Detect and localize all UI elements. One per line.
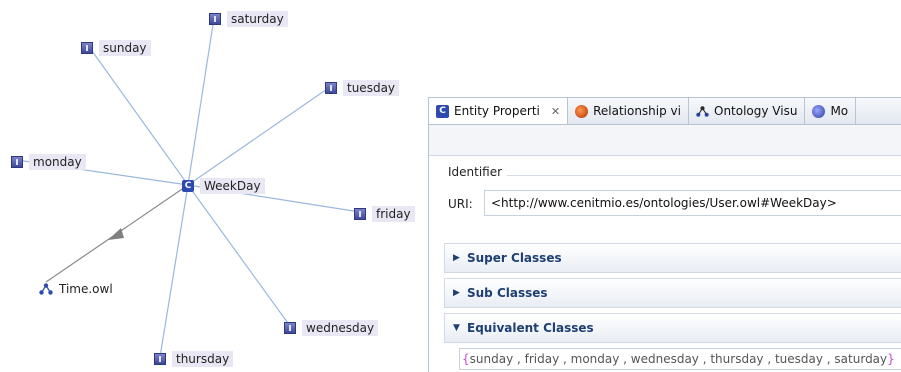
node-label: WeekDay: [200, 178, 265, 194]
node-label: saturday: [227, 11, 288, 27]
view-tab-bar: C Entity Properti ✕ Relationship vi Onto…: [429, 98, 901, 125]
node-saturday[interactable]: saturday: [209, 11, 288, 27]
edge-sunday: [86, 43, 189, 186]
entity-properties-panel: C Entity Properti ✕ Relationship vi Onto…: [428, 97, 901, 372]
individual-icon: [154, 353, 166, 365]
tab-ontology-visualization[interactable]: Ontology Visu: [689, 98, 806, 124]
edge-saturday: [187, 17, 215, 186]
close-brace: }: [887, 352, 895, 366]
uri-field[interactable]: <http://www.cenitmio.es/ontologies/User.…: [484, 190, 901, 216]
node-label: friday: [372, 206, 415, 222]
node-friday[interactable]: friday: [354, 206, 415, 222]
section-label: Super Classes: [467, 251, 562, 265]
ontology-icon: [39, 283, 53, 295]
node-monday[interactable]: monday: [11, 154, 86, 170]
expand-arrow-icon: ▶: [453, 253, 460, 263]
section-label: Sub Classes: [467, 286, 548, 300]
ontology-icon: [696, 105, 709, 117]
node-sunday[interactable]: sunday: [81, 40, 151, 56]
identifier-title: Identifier: [448, 165, 503, 179]
tab-relationship-view[interactable]: Relationship vi: [568, 98, 689, 124]
tab-model[interactable]: Mo: [805, 98, 857, 124]
collapse-arrow-icon: ▼: [453, 323, 460, 333]
individual-icon: [284, 322, 296, 334]
edge-tuesday: [187, 86, 331, 186]
uri-label: URI:: [448, 197, 473, 211]
tab-label: Mo: [830, 104, 849, 118]
panel-toolbar: [429, 125, 901, 156]
sub-classes-header[interactable]: ▶ Sub Classes: [444, 278, 901, 308]
node-label: monday: [29, 154, 86, 170]
node-label: sunday: [99, 40, 151, 56]
individual-icon: [209, 13, 221, 25]
node-label: Time.owl: [59, 282, 113, 296]
tab-entity-properties[interactable]: C Entity Properti ✕: [429, 98, 569, 124]
node-label: tuesday: [343, 80, 400, 96]
divider: [507, 175, 901, 176]
equivalent-value: sunday , friday , monday , wednesday , t…: [469, 352, 888, 366]
super-classes-header[interactable]: ▶ Super Classes: [444, 243, 901, 273]
node-wednesday[interactable]: wednesday: [284, 320, 379, 336]
close-icon[interactable]: ✕: [551, 105, 560, 118]
tab-label: Ontology Visu: [714, 104, 798, 118]
equivalent-classes-header[interactable]: ▼ Equivalent Classes: [444, 313, 901, 343]
open-brace: {: [462, 352, 470, 366]
ontology-graph[interactable]: saturday sunday tuesday monday C WeekDay…: [0, 0, 420, 371]
tab-label: Relationship vi: [593, 104, 681, 118]
individual-icon: [81, 42, 93, 54]
class-icon: C: [436, 104, 449, 118]
expand-arrow-icon: ▶: [453, 288, 460, 298]
node-label: thursday: [172, 351, 234, 367]
model-icon: [812, 104, 826, 118]
relationship-icon: [575, 104, 589, 118]
node-time-owl[interactable]: Time.owl: [39, 282, 113, 296]
node-tuesday[interactable]: tuesday: [325, 80, 400, 96]
node-thursday[interactable]: thursday: [154, 351, 234, 367]
edge-thursday: [159, 184, 189, 358]
section-label: Equivalent Classes: [467, 321, 594, 335]
class-icon: C: [182, 180, 194, 192]
individual-icon: [354, 208, 366, 220]
individual-icon: [325, 82, 337, 94]
individual-icon: [11, 156, 23, 168]
node-weekday[interactable]: C WeekDay: [182, 178, 265, 194]
equivalent-classes-field[interactable]: {sunday , friday , monday , wednesday , …: [459, 348, 901, 370]
edge-wednesday: [187, 184, 291, 327]
tab-label: Entity Properti: [454, 104, 540, 118]
node-label: wednesday: [302, 320, 379, 336]
